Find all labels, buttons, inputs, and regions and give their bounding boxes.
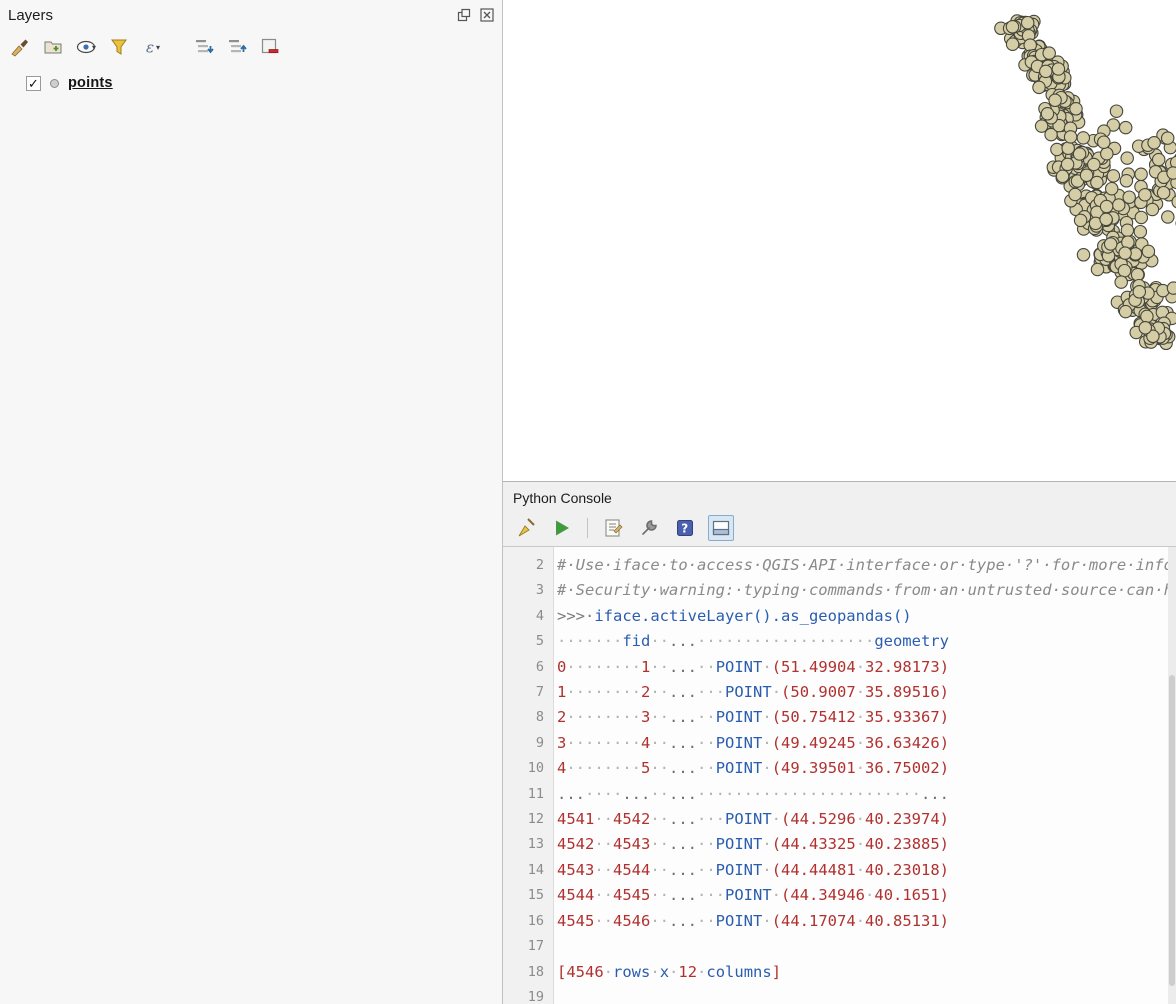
line-number: 6 [503, 655, 553, 680]
clear-console-button[interactable] [513, 515, 539, 541]
chevron-down-icon: ▾ [156, 43, 160, 52]
chevron-down-icon: ▾ [92, 43, 96, 52]
brush-icon [10, 37, 30, 57]
console-scrollbar-thumb[interactable] [1169, 675, 1175, 986]
panel-icon [711, 518, 731, 538]
python-console-toolbar: ? [503, 510, 1176, 546]
show-editor-button[interactable] [600, 515, 626, 541]
line-number: 13 [503, 832, 553, 857]
line-number: 16 [503, 909, 553, 934]
console-line: 17 [503, 934, 1176, 959]
expand-all-button[interactable] [192, 35, 216, 59]
layer-row-points[interactable]: ✓ points [26, 72, 502, 94]
layer-tree: ✓ points [0, 64, 502, 1004]
console-line: 104········5··...··POINT·(49.39501·36.75… [503, 756, 1176, 781]
line-number: 4 [503, 604, 553, 629]
console-line: 93········4··...··POINT·(49.49245·36.634… [503, 731, 1176, 756]
console-line: 18[4546·rows·x·12·columns] [503, 960, 1176, 985]
line-number: 8 [503, 705, 553, 730]
python-console-title: Python Console [513, 490, 612, 506]
layers-toolbar: ▾ ε ▾ [0, 30, 502, 64]
console-line: 164545··4546··...··POINT·(44.17074·40.85… [503, 909, 1176, 934]
undock-icon [457, 8, 471, 22]
manage-map-themes-button[interactable]: ▾ [74, 35, 98, 59]
line-number: 14 [503, 858, 553, 883]
run-command-button[interactable] [549, 515, 575, 541]
layer-label[interactable]: points [68, 75, 113, 91]
line-number: 18 [503, 960, 553, 985]
console-line: 134542··4543··...··POINT·(44.43325·40.23… [503, 832, 1176, 857]
script-icon [603, 518, 623, 538]
console-line: 2#·Use·iface·to·access·QGIS·API·interfac… [503, 553, 1176, 578]
python-console-panel: Python Console [503, 482, 1176, 1004]
console-line: 60········1··...··POINT·(51.49904·32.981… [503, 655, 1176, 680]
line-number: 17 [503, 934, 553, 959]
console-line: 3#·Security·warning:·typing·commands·fro… [503, 578, 1176, 603]
console-line: 71········2··...···POINT·(50.9007·35.895… [503, 680, 1176, 705]
filter-by-expression-button[interactable]: ε ▾ [140, 35, 164, 59]
line-number: 19 [503, 985, 553, 1004]
options-button[interactable] [636, 515, 662, 541]
layers-panel: Layers [0, 0, 503, 1004]
add-group-button[interactable] [41, 35, 65, 59]
line-number: 11 [503, 782, 553, 807]
dock-console-button[interactable] [708, 515, 734, 541]
line-number: 9 [503, 731, 553, 756]
right-side: Python Console [503, 0, 1176, 1004]
console-line: 4>>>·iface.activeLayer().as_geopandas() [503, 604, 1176, 629]
funnel-icon [110, 38, 128, 56]
layers-panel-window-buttons [456, 8, 494, 23]
console-line: 82········3··...··POINT·(50.75412·35.933… [503, 705, 1176, 730]
console-line: 19 [503, 985, 1176, 1004]
help-book-icon: ? [675, 518, 695, 538]
open-layer-styling-button[interactable] [8, 35, 32, 59]
float-panel-button[interactable] [456, 8, 471, 23]
layers-panel-title: Layers [8, 7, 53, 24]
remove-layer-button[interactable] [258, 35, 282, 59]
line-number: 2 [503, 553, 553, 578]
console-output-area[interactable]: 2#·Use·iface·to·access·QGIS·API·interfac… [503, 546, 1176, 1004]
line-number: 7 [503, 680, 553, 705]
collapse-all-icon [227, 37, 247, 57]
map-points-svg [503, 0, 1176, 482]
svg-text:?: ? [681, 522, 688, 536]
line-number: 3 [503, 578, 553, 603]
layer-visibility-checkbox[interactable]: ✓ [26, 76, 41, 91]
console-scrollbar[interactable] [1168, 547, 1176, 1004]
svg-text:ε: ε [146, 39, 154, 57]
expand-all-icon [194, 37, 214, 57]
point-symbol-icon [50, 79, 59, 88]
remove-layer-icon [260, 37, 280, 57]
layers-panel-titlebar: Layers [0, 0, 502, 30]
toolbar-separator [587, 518, 588, 538]
python-console-titlebar: Python Console [503, 482, 1176, 510]
line-number: 10 [503, 756, 553, 781]
console-line: 11...····...··...·······················… [503, 782, 1176, 807]
console-line: 5·······fid··...···················geome… [503, 629, 1176, 654]
line-number: 12 [503, 807, 553, 832]
broom-icon [515, 517, 537, 539]
line-number: 15 [503, 883, 553, 908]
run-icon [552, 518, 572, 538]
collapse-all-button[interactable] [225, 35, 249, 59]
close-panel-button[interactable] [479, 8, 494, 23]
console-line: 154544··4545··...···POINT·(44.34946·40.1… [503, 883, 1176, 908]
map-canvas[interactable] [503, 0, 1176, 482]
console-lines: 2#·Use·iface·to·access·QGIS·API·interfac… [503, 553, 1176, 1004]
console-line: 144543··4544··...··POINT·(44.44481·40.23… [503, 858, 1176, 883]
folder-plus-icon [43, 37, 63, 57]
help-button[interactable]: ? [672, 515, 698, 541]
console-line: 124541··4542··...···POINT·(44.5296·40.23… [503, 807, 1176, 832]
filter-legend-button[interactable] [107, 35, 131, 59]
close-icon [480, 8, 494, 22]
wrench-icon [639, 518, 659, 538]
line-number: 5 [503, 629, 553, 654]
